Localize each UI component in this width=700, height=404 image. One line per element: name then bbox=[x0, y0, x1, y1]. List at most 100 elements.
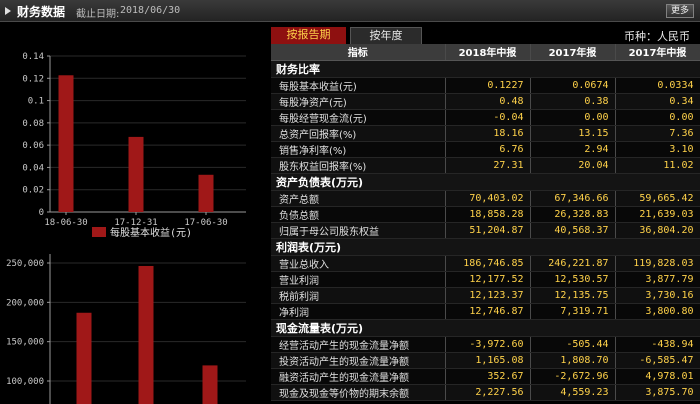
section-title: 财务比率 bbox=[271, 60, 700, 78]
more-button[interactable]: 更多 bbox=[666, 4, 694, 18]
x-tick-label: 18-06-30 bbox=[44, 218, 87, 228]
table-row: 投资活动产生的现金流量净额 1,165.08 1,808.70 -6,585.47 bbox=[271, 352, 700, 369]
y-tick-label: 0.06 bbox=[22, 141, 44, 151]
indicator-name: 税前利润 bbox=[271, 287, 446, 304]
table-row: 股东权益回报率(%) 27.31 20.04 11.02 bbox=[271, 157, 700, 174]
table-row: 每股经营现金流(元) -0.04 0.00 0.00 bbox=[271, 109, 700, 126]
table-cell-value: -0.04 bbox=[445, 109, 531, 126]
y-tick-label: 200,000 bbox=[6, 298, 44, 308]
x-tick-label: 17-12-31 bbox=[114, 218, 157, 228]
table-cell-value: 70,403.02 bbox=[445, 190, 531, 207]
table-cell-value: 12,123.37 bbox=[445, 287, 531, 304]
indicator-name: 每股基本收益(元) bbox=[271, 77, 446, 94]
table-cell-value: 0.38 bbox=[530, 93, 616, 110]
table-cell-value: 3,800.80 bbox=[615, 303, 700, 320]
table-cell-value: 246,221.87 bbox=[530, 255, 616, 272]
revenue-bar-chart: 100,000 150,000 200,000 250,000 bbox=[6, 254, 246, 404]
section-header-row: 财务比率 bbox=[271, 60, 700, 78]
table-cell-value: 1,808.70 bbox=[530, 352, 616, 369]
section-title: 现金流量表(万元) bbox=[271, 319, 700, 337]
table-row: 经营活动产生的现金流量净额 -3,972.60 -505.44 -438.94 bbox=[271, 336, 700, 353]
table-cell-value: 12,135.75 bbox=[530, 287, 616, 304]
table-cell-value: 3,730.16 bbox=[615, 287, 700, 304]
indicator-name: 总资产回报率(%) bbox=[271, 125, 446, 142]
y-tick-label: 0.14 bbox=[22, 52, 44, 62]
table-cell-value: -505.44 bbox=[530, 336, 616, 353]
table-cell-value: 0.0674 bbox=[530, 77, 616, 94]
y-tick-label: 0.12 bbox=[22, 74, 44, 84]
table-row: 净利润 12,746.87 7,319.71 3,800.80 bbox=[271, 303, 700, 320]
table-row: 税前利润 12,123.37 12,135.75 3,730.16 bbox=[271, 287, 700, 304]
table-row: 销售净利率(%) 6.76 2.94 3.10 bbox=[271, 141, 700, 158]
deadline-date: 2018/06/30 bbox=[120, 5, 181, 16]
table-cell-value: -438.94 bbox=[615, 336, 700, 353]
indicator-name: 股东权益回报率(%) bbox=[271, 157, 446, 174]
y-tick-label: 100,000 bbox=[6, 377, 44, 387]
table-cell-value: 12,177.52 bbox=[445, 271, 531, 288]
table-cell-value: 67,346.66 bbox=[530, 190, 616, 207]
table-cell-value: 7,319.71 bbox=[530, 303, 616, 320]
table-row: 归属于母公司股东权益 51,204.87 40,568.37 36,804.20 bbox=[271, 222, 700, 239]
table-cell-value: 186,746.85 bbox=[445, 255, 531, 272]
table-cell-value: 27.31 bbox=[445, 157, 531, 174]
indicator-name: 负债总额 bbox=[271, 206, 446, 223]
bar-18-06-30 bbox=[76, 312, 92, 404]
legend-label: 每股基本收益(元) bbox=[110, 226, 192, 239]
table-cell-value: 4,559.23 bbox=[530, 384, 616, 401]
table-row: 总资产回报率(%) 18.16 13.15 7.36 bbox=[271, 125, 700, 142]
section-title: 资产负债表(万元) bbox=[271, 173, 700, 191]
table-cell-value: 36,804.20 bbox=[615, 222, 700, 239]
tab-by-report-period[interactable]: 按报告期 bbox=[271, 27, 346, 44]
table-cell-value: 18.16 bbox=[445, 125, 531, 142]
table-cell-value: 3,877.79 bbox=[615, 271, 700, 288]
table-cell-value: 18,858.28 bbox=[445, 206, 531, 223]
table-cell-value: 3,875.70 bbox=[615, 384, 700, 401]
section-header-row: 资产负债表(万元) bbox=[271, 173, 700, 191]
table-header-row: 指标 2018年中报 2017年报 2017年中报 bbox=[271, 44, 700, 61]
deadline-label: 截止日期: bbox=[76, 9, 120, 20]
section-header-row: 利润表(万元) bbox=[271, 238, 700, 256]
y-tick-label: 250,000 bbox=[6, 259, 44, 269]
y-tick-label: 150,000 bbox=[6, 338, 44, 348]
table-cell-value: 20.04 bbox=[530, 157, 616, 174]
table-cell-value: 2.94 bbox=[530, 141, 616, 158]
indicator-name: 净利润 bbox=[271, 303, 446, 320]
table-cell-value: 3.10 bbox=[615, 141, 700, 158]
bar-17-06-30 bbox=[198, 174, 214, 212]
table-cell-value: 59,665.42 bbox=[615, 190, 700, 207]
eps-bar-chart: 0 0.02 0.04 0.06 0.08 0.1 0.12 0.14 18-06-30 17-… bbox=[22, 52, 246, 239]
section-header-row: 现金流量表(万元) bbox=[271, 319, 700, 337]
table-cell-value: 0.34 bbox=[615, 93, 700, 110]
section-title: 利润表(万元) bbox=[271, 238, 700, 256]
collapse-triangle-icon[interactable] bbox=[5, 7, 11, 15]
table-cell-value: 352.67 bbox=[445, 368, 531, 385]
table-cell-value: 6.76 bbox=[445, 141, 531, 158]
table-cell-value: -6,585.47 bbox=[615, 352, 700, 369]
table-cell-value: 0.0334 bbox=[615, 77, 700, 94]
table-cell-value: 1,165.08 bbox=[445, 352, 531, 369]
table-cell-value: 21,639.03 bbox=[615, 206, 700, 223]
panel-title: 财务数据 bbox=[17, 5, 66, 19]
bar-18-06-30 bbox=[58, 75, 74, 212]
bar-17-12-31 bbox=[128, 136, 144, 212]
tab-by-year[interactable]: 按年度 bbox=[350, 27, 422, 44]
table-cell-value: 11.02 bbox=[615, 157, 700, 174]
y-tick-label: 0.1 bbox=[28, 97, 44, 107]
legend-swatch bbox=[92, 227, 106, 237]
table-cell-value: 119,828.03 bbox=[615, 255, 700, 272]
indicator-name: 营业利润 bbox=[271, 271, 446, 288]
x-tick-label: 17-06-30 bbox=[184, 218, 227, 228]
table-row: 负债总额 18,858.28 26,328.83 21,639.03 bbox=[271, 206, 700, 223]
column-header-2017-annual: 2017年报 bbox=[530, 44, 616, 61]
y-tick-label: 0 bbox=[39, 208, 44, 218]
table-cell-value: 0.00 bbox=[615, 109, 700, 126]
column-header-2018-interim: 2018年中报 bbox=[445, 44, 531, 61]
table-cell-value: -3,972.60 bbox=[445, 336, 531, 353]
indicator-name: 经营活动产生的现金流量净额 bbox=[271, 336, 446, 353]
indicator-name: 融资活动产生的现金流量净额 bbox=[271, 368, 446, 385]
table-cell-value: 26,328.83 bbox=[530, 206, 616, 223]
title-bar: 财务数据 截止日期: 2018/06/30 更多 bbox=[0, 0, 700, 22]
y-tick-label: 0.08 bbox=[22, 119, 44, 129]
indicator-name: 每股净资产(元) bbox=[271, 93, 446, 110]
y-tick-label: 0.02 bbox=[22, 186, 44, 196]
